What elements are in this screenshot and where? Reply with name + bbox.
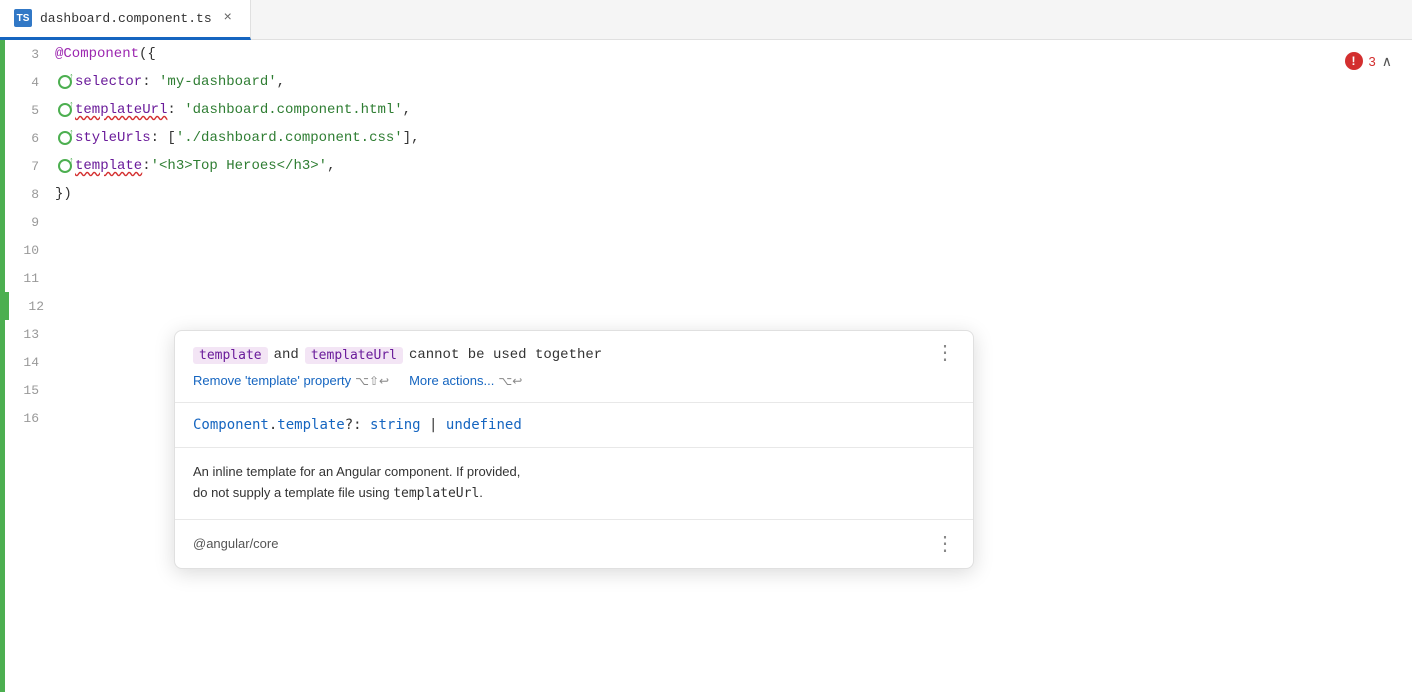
code-token: : [ xyxy=(151,124,176,152)
line-number-9: 9 xyxy=(5,215,55,230)
code-line-4: 4 ↑ selector: 'my-dashboard', xyxy=(5,68,1412,96)
tooltip-description-section: An inline template for an Angular compon… xyxy=(175,448,973,520)
line-number-7: 7 xyxy=(5,159,55,174)
signature-separator: | xyxy=(421,417,446,433)
remove-template-shortcut: ⌥⇧↩ xyxy=(355,374,389,388)
tooltip-more-options-button[interactable]: ⋮ xyxy=(935,345,955,365)
signature-optional: ?: xyxy=(345,417,370,433)
tooltip-signature: Component.template?: string | undefined xyxy=(193,417,955,433)
line-content-7: template:'<h3>Top Heroes</h3>', xyxy=(55,152,335,180)
line-number-15: 15 xyxy=(5,383,55,398)
code-line-12: 12 xyxy=(5,292,1412,320)
code-token: './dashboard.component.css' xyxy=(176,124,403,152)
tooltip-source-row: @angular/core ⋮ xyxy=(193,534,955,554)
file-tab[interactable]: TS dashboard.component.ts × xyxy=(0,0,251,40)
tooltip-error-text-end: cannot be used together xyxy=(409,347,602,363)
tooltip-desc-code: templateUrl xyxy=(393,486,479,501)
tooltip-source-text: @angular/core xyxy=(193,536,278,551)
code-token: ({ xyxy=(139,40,156,68)
tooltip-signature-section: Component.template?: string | undefined xyxy=(175,403,973,448)
tooltip-source-section: @angular/core ⋮ xyxy=(175,520,973,568)
code-line-10: 10 xyxy=(5,236,1412,264)
tab-bar: TS dashboard.component.ts × xyxy=(0,0,1412,40)
code-token: selector xyxy=(75,68,142,96)
line-number-11: 11 xyxy=(5,271,55,286)
code-token: templateUrl xyxy=(75,96,167,124)
ci-icon-4: ↑ xyxy=(58,75,72,89)
tooltip-error-section: template and templateUrl cannot be used … xyxy=(175,331,973,403)
tooltip-error-message: template and templateUrl cannot be used … xyxy=(193,347,602,364)
code-token: template xyxy=(75,152,142,180)
tooltip-source-more-button[interactable]: ⋮ xyxy=(935,534,955,554)
tooltip-description: An inline template for an Angular compon… xyxy=(193,462,955,505)
ts-badge: TS xyxy=(14,9,32,27)
code-token: , xyxy=(403,96,411,124)
line-content-5: templateUrl: 'dashboard.component.html', xyxy=(55,96,411,124)
tab-close-button[interactable]: × xyxy=(220,10,236,26)
code-line-6: 6 ↑ styleUrls: ['./dashboard.component.c… xyxy=(5,124,1412,152)
line-content-6: styleUrls: ['./dashboard.component.css']… xyxy=(55,124,420,152)
code-token: ], xyxy=(403,124,420,152)
remove-template-action[interactable]: Remove 'template' property xyxy=(193,373,351,388)
gutter-icon-6: ↑ xyxy=(57,130,73,146)
gutter-icon-7: ↑ xyxy=(57,158,73,174)
code-line-5: 5 ↑ templateUrl: 'dashboard.component.ht… xyxy=(5,96,1412,124)
code-token: : xyxy=(142,68,159,96)
code-line-7: 7 ↑ template:'<h3>Top Heroes</h3>', xyxy=(5,152,1412,180)
more-actions-shortcut: ⌥↩ xyxy=(498,374,522,388)
tooltip-badge-template: template xyxy=(193,347,268,364)
line-content-4: selector: 'my-dashboard', xyxy=(55,68,285,96)
tooltip-header: template and templateUrl cannot be used … xyxy=(193,345,955,365)
line-number-13: 13 xyxy=(5,327,55,342)
code-token: styleUrls xyxy=(75,124,151,152)
code-token: 'dashboard.component.html' xyxy=(184,96,402,124)
code-line-8: 8 }) xyxy=(5,180,1412,208)
gutter-icon-4: ↑ xyxy=(57,74,73,90)
code-token: , xyxy=(327,152,335,180)
ci-icon-5: ↑ xyxy=(58,103,72,117)
signature-class: Component xyxy=(193,417,269,433)
tooltip-badge-templateurl: templateUrl xyxy=(305,347,403,364)
code-token: : xyxy=(142,152,150,180)
code-token: : xyxy=(167,96,184,124)
gutter-icon-5: ↑ xyxy=(57,102,73,118)
line-number-6: 6 xyxy=(5,131,55,146)
line-content-8: }) xyxy=(55,180,72,208)
ci-icon-6: ↑ xyxy=(58,131,72,145)
signature-type2: undefined xyxy=(446,417,522,433)
editor-area: ! 3 ∧ 3 @Component({ 4 ↑ selector: 'my-d… xyxy=(0,40,1412,692)
signature-property: template xyxy=(277,417,344,433)
line-number-14: 14 xyxy=(5,355,55,370)
code-line-9: 9 xyxy=(5,208,1412,236)
code-token: , xyxy=(277,68,285,96)
line-number-8: 8 xyxy=(5,187,55,202)
line-content-3: @Component({ xyxy=(55,40,156,68)
code-token: 'my-dashboard' xyxy=(159,68,277,96)
line-number-4: 4 xyxy=(5,75,55,90)
code-line-3: 3 @Component({ xyxy=(5,40,1412,68)
line-number-12: 12 xyxy=(10,299,60,314)
error-tooltip-popup: template and templateUrl cannot be used … xyxy=(174,330,974,569)
line-number-5: 5 xyxy=(5,103,55,118)
code-token: @Component xyxy=(55,40,139,68)
tooltip-error-and: and xyxy=(274,347,299,363)
tab-filename: dashboard.component.ts xyxy=(40,11,212,26)
code-token: }) xyxy=(55,180,72,208)
line-number-10: 10 xyxy=(5,243,55,258)
signature-type1: string xyxy=(370,417,421,433)
line-number-16: 16 xyxy=(5,411,55,426)
more-actions-link[interactable]: More actions... xyxy=(409,373,494,388)
code-token: '<h3>Top Heroes</h3>' xyxy=(151,152,327,180)
ci-icon-7: ↑ xyxy=(58,159,72,173)
line-number-3: 3 xyxy=(5,47,55,62)
code-line-11: 11 xyxy=(5,264,1412,292)
tooltip-actions: Remove 'template' property ⌥⇧↩ More acti… xyxy=(193,373,955,388)
